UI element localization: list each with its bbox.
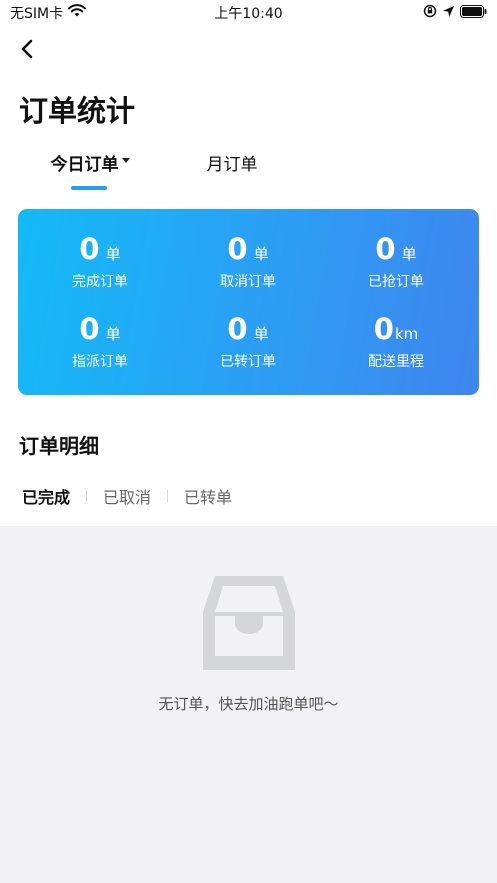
stat-cancelled: 0 单 取消订单 (173, 231, 323, 291)
tab-today-label: 今日订单 (50, 155, 119, 175)
filter-divider (86, 490, 88, 502)
wifi-icon (68, 4, 87, 22)
tab-today-orders[interactable]: 今日订单 (44, 150, 136, 190)
filter-divider (167, 490, 169, 502)
filter-cancelled[interactable]: 已取消 (103, 484, 151, 508)
back-chevron-icon (20, 39, 34, 63)
filter-transferred[interactable]: 已转单 (184, 484, 232, 508)
stat-unit: 单 (401, 245, 417, 263)
carrier-label: 无SIM卡 (10, 6, 64, 22)
status-right (423, 4, 487, 22)
order-filter-bar: 已完成 已取消 已转单 (22, 484, 232, 508)
stat-label: 取消订单 (220, 274, 276, 290)
stat-value: 0 (79, 232, 100, 266)
stat-assigned: 0 单 指派订单 (25, 311, 175, 371)
status-left: 无SIM卡 (10, 3, 87, 23)
empty-inbox-icon (201, 574, 297, 672)
stat-value: 0 (227, 312, 248, 346)
caret-down-icon (121, 158, 130, 163)
empty-state-text: 无订单，快去加油跑单吧～ (158, 695, 339, 713)
stat-unit: 单 (253, 325, 269, 343)
stat-value: 0 (373, 312, 394, 346)
stat-label: 完成订单 (72, 274, 128, 290)
orientation-lock-icon (423, 4, 437, 22)
tab-bar: 今日订单 月订单 (0, 150, 497, 190)
tab-indicator (71, 186, 107, 190)
stat-value: 0 (227, 232, 248, 266)
stat-completed: 0 单 完成订单 (25, 231, 175, 291)
stat-unit: 单 (253, 245, 269, 263)
stat-unit: 单 (105, 325, 121, 343)
status-bar: 无SIM卡 上午10:40 (0, 0, 497, 26)
stat-unit: km (394, 325, 419, 343)
stat-value: 0 (79, 312, 100, 346)
tab-month-label: 月订单 (206, 155, 258, 175)
stat-distance: 0 km 配送里程 (321, 311, 471, 371)
stat-grabbed: 0 单 已抢订单 (321, 231, 471, 291)
back-button[interactable] (12, 36, 42, 66)
stat-transferred: 0 单 已转订单 (173, 311, 323, 371)
stat-label: 已转订单 (220, 354, 276, 370)
stat-label: 指派订单 (72, 354, 128, 370)
section-title-order-details: 订单明细 (19, 434, 99, 458)
tab-month-orders[interactable]: 月订单 (190, 150, 274, 190)
stat-label: 已抢订单 (368, 274, 424, 290)
stat-value: 0 (375, 232, 396, 266)
stat-unit: 单 (105, 245, 121, 263)
location-arrow-icon (442, 5, 455, 22)
empty-state: 无订单，快去加油跑单吧～ (0, 526, 497, 883)
page-title: 订单统计 (19, 94, 136, 128)
stats-card: 0 单 完成订单 0 单 取消订单 0 单 已抢订单 0 单 指派订单 0 单 … (18, 209, 479, 395)
filter-completed[interactable]: 已完成 (22, 484, 70, 508)
battery-icon (460, 4, 487, 22)
stat-label: 配送里程 (368, 354, 424, 370)
